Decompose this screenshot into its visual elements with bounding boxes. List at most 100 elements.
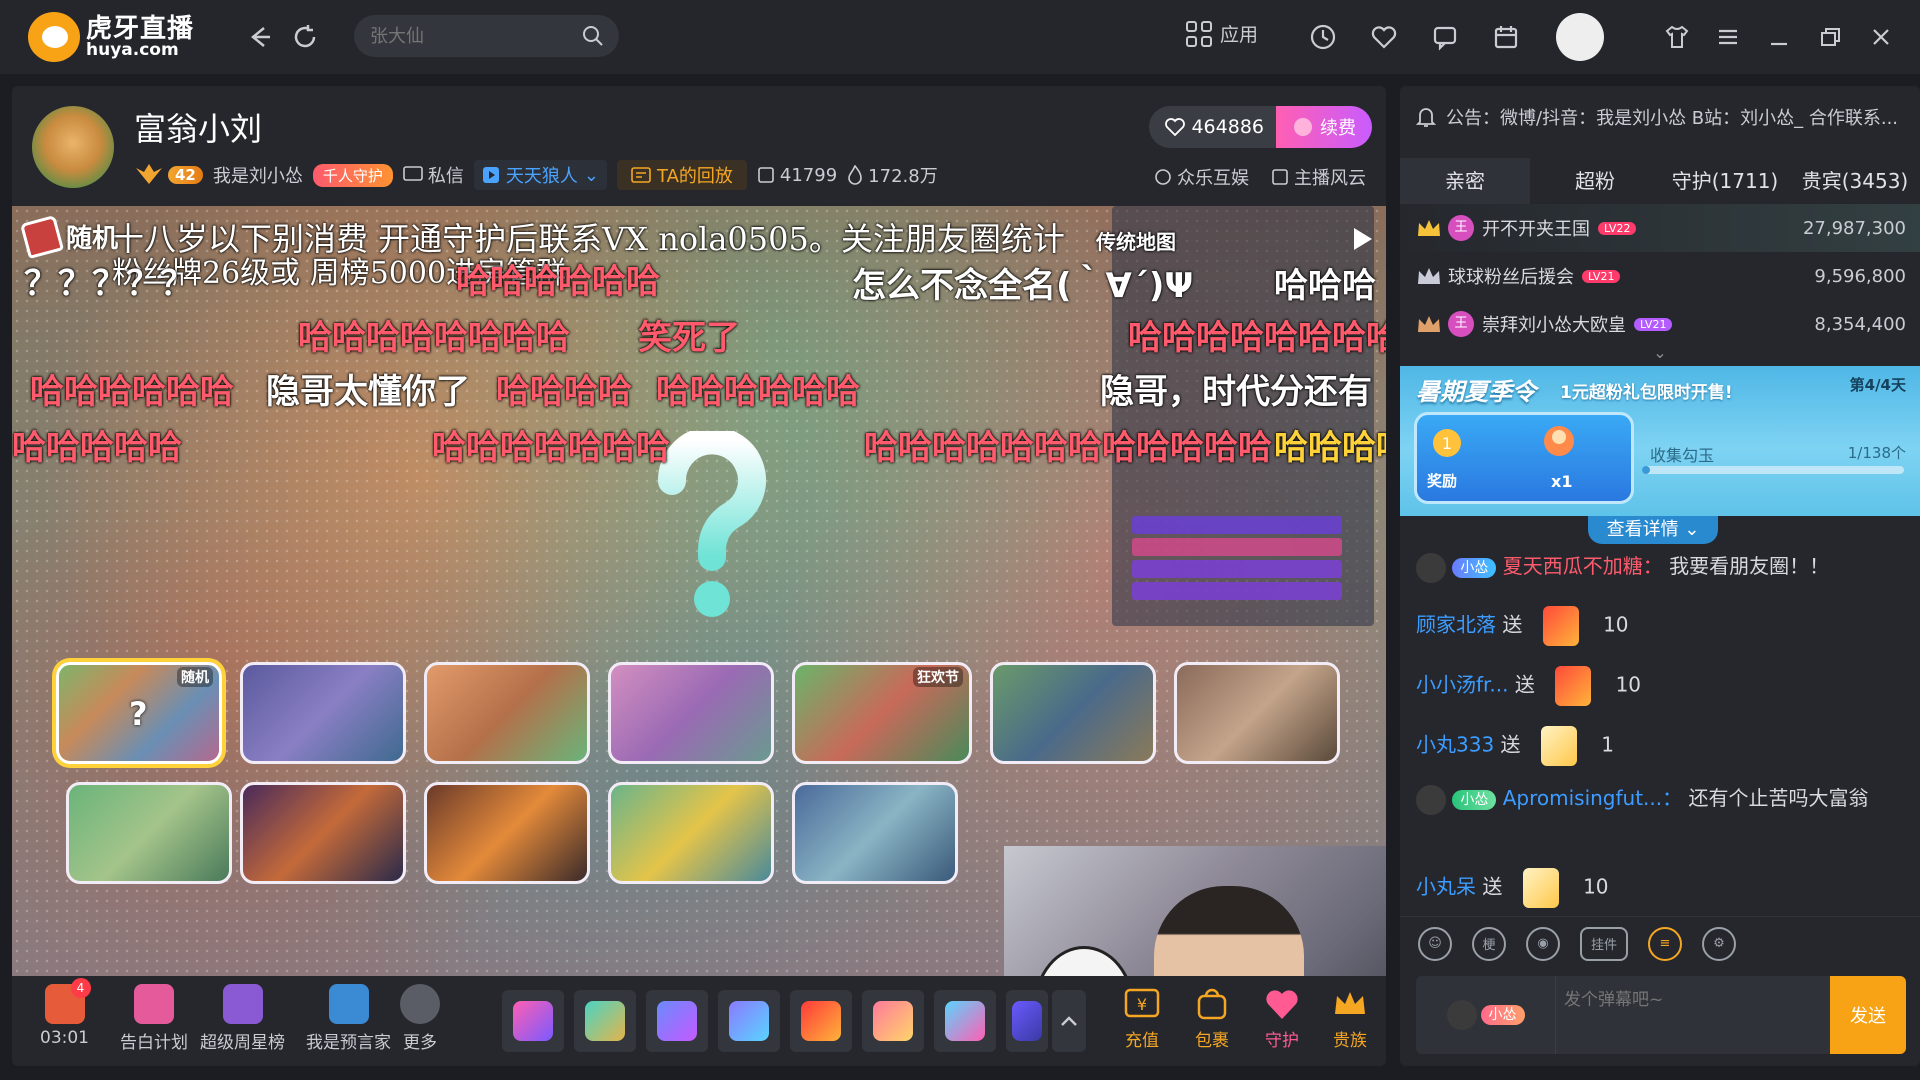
announcement[interactable]: 公告：微博/抖音：我是刘小怂 B站：刘小怂_ 合作联系... <box>1416 104 1904 130</box>
emoji-icon[interactable]: ☺ <box>1418 926 1452 961</box>
streamer-avatar[interactable] <box>32 106 114 188</box>
private-message-label: 私信 <box>427 166 464 187</box>
chat-nickname[interactable]: 小丸333 <box>1416 733 1494 757</box>
huya-logo[interactable]: 虎牙直播 huya.com <box>28 12 194 62</box>
history-clock-icon[interactable] <box>1308 22 1338 52</box>
reward-count: x1 <box>1551 472 1573 491</box>
chat-input[interactable] <box>1556 990 1830 1010</box>
settings-gear-icon[interactable]: ⚙ <box>1702 926 1736 961</box>
nobility-button[interactable]: 贵族 <box>1330 986 1370 1051</box>
collect-progress-text: 1/138个 <box>1847 444 1906 462</box>
tab-intimacy[interactable]: 亲密 <box>1400 158 1530 204</box>
chat-nickname[interactable]: 夏天西瓜不加糖： <box>1503 554 1663 578</box>
confession-plan-button[interactable]: 告白计划 <box>120 984 188 1053</box>
chat-nickname[interactable]: Apromisingfut...： <box>1503 786 1682 810</box>
summer-event-banner[interactable]: 暑期夏季令 1元超粉礼包限时开售! 第4/4天 1 奖励 x1 收集勾玉 1/1… <box>1400 366 1920 516</box>
map-card[interactable] <box>424 662 590 764</box>
barrage-style-icon[interactable]: ≡ <box>1648 926 1682 961</box>
recharge-button[interactable]: ¥ 充值 <box>1122 986 1162 1051</box>
back-arrow-icon[interactable] <box>244 22 274 52</box>
gift-item[interactable] <box>1006 990 1048 1052</box>
map-card[interactable] <box>792 782 958 884</box>
chat-nickname[interactable]: 小小汤fr... <box>1416 673 1509 697</box>
map-card[interactable] <box>608 782 774 884</box>
restore-window-icon[interactable] <box>1815 22 1845 52</box>
expand-gifts-button[interactable] <box>1052 990 1086 1052</box>
reward-box[interactable]: 1 奖励 x1 <box>1414 412 1634 504</box>
banner-title: 暑期夏季令 <box>1416 378 1536 406</box>
tab-guard[interactable]: 守护(1711) <box>1660 158 1790 204</box>
minimize-icon[interactable] <box>1764 22 1794 52</box>
tab-vip[interactable]: 贵宾(3453) <box>1790 158 1920 204</box>
map-card[interactable] <box>240 662 406 764</box>
send-button[interactable]: 发送 <box>1830 976 1906 1054</box>
more-grid-icon <box>400 984 440 1024</box>
backpack-label: 包裹 <box>1195 1031 1229 1051</box>
replay-button[interactable]: TA的回放 <box>616 160 747 190</box>
menu-icon[interactable] <box>1713 22 1743 52</box>
danmaku: 哈哈哈哈 <box>1274 428 1386 468</box>
red-envelope-gift-icon <box>1555 666 1592 706</box>
tab-super-fans[interactable]: 超粉 <box>1530 158 1660 204</box>
gift-item[interactable] <box>574 990 636 1052</box>
gift-item[interactable] <box>646 990 708 1052</box>
gift-item[interactable] <box>502 990 564 1052</box>
super-star-rank-button[interactable]: 超级周星榜 <box>200 984 285 1053</box>
replay-label: TA的回放 <box>656 166 733 187</box>
map-tag: 狂欢节 <box>913 667 963 687</box>
chat-nickname[interactable]: 小丸呆 <box>1416 875 1476 899</box>
rank-level: LV21 <box>1634 317 1673 331</box>
map-card[interactable] <box>66 782 232 884</box>
message-icon[interactable] <box>1430 22 1460 52</box>
user-avatar[interactable] <box>1556 13 1604 61</box>
private-message-button[interactable]: 私信 <box>403 162 464 188</box>
my-fan-badge[interactable]: 小怂 <box>1416 976 1556 1054</box>
random-map-tag: 随机 <box>19 214 118 259</box>
view-details-button[interactable]: 查看详情 ⌄ <box>1588 516 1718 544</box>
rank-row[interactable]: 王 开不开夹王国 LV22 27,987,300 <box>1400 204 1920 252</box>
chat-nickname[interactable]: 顾家北落 <box>1416 613 1496 637</box>
rank-row[interactable]: 球球粉丝后援会 LV21 9,596,800 <box>1400 252 1920 300</box>
pendant-button[interactable]: 挂件 <box>1580 926 1628 961</box>
refresh-icon[interactable] <box>290 22 320 52</box>
map-card[interactable] <box>424 782 590 884</box>
gift-item[interactable] <box>862 990 924 1052</box>
level-badge: 42 <box>168 166 203 184</box>
palette-icon[interactable]: ◉ <box>1526 926 1560 961</box>
guard-button[interactable]: 守护 <box>1262 986 1302 1051</box>
anchor-ranking-link[interactable]: 主播风云 <box>1271 164 1366 190</box>
map-card[interactable] <box>990 662 1156 764</box>
expand-rank-chevron-icon[interactable]: ⌄ <box>1400 345 1920 362</box>
map-card[interactable] <box>608 662 774 764</box>
gift-item[interactable] <box>790 990 852 1052</box>
map-card-random[interactable]: 随机 ? <box>56 662 222 764</box>
map-card-carnival[interactable]: 狂欢节 <box>792 662 972 764</box>
banner-stage: 第4/4天 <box>1849 376 1906 394</box>
gift-count: 10 <box>1603 612 1629 637</box>
search-box[interactable] <box>354 15 619 57</box>
video-player[interactable]: 随机 十八岁以下别消费 开通守护后联系VX nola0505。关注朋友圈统计 粉… <box>12 206 1386 976</box>
close-icon[interactable] <box>1866 22 1896 52</box>
map-card[interactable] <box>240 782 406 884</box>
apps-button[interactable]: 应用 <box>1186 20 1258 47</box>
plush-toy <box>1034 946 1134 976</box>
rank-row[interactable]: 王 崇拜刘小怂大欧皇 LV21 8,354,400 <box>1400 300 1920 348</box>
gift-item[interactable] <box>718 990 780 1052</box>
skin-shirt-icon[interactable] <box>1662 22 1692 52</box>
play-icon[interactable] <box>1354 228 1372 250</box>
meme-button[interactable]: 梗 <box>1472 926 1506 961</box>
backpack-button[interactable]: 包裹 <box>1192 986 1232 1051</box>
prophet-button[interactable]: 我是预言家 <box>306 984 391 1053</box>
favorite-heart-icon[interactable] <box>1369 22 1399 52</box>
map-card[interactable] <box>1174 662 1340 764</box>
search-icon[interactable] <box>581 24 605 48</box>
gift-item[interactable] <box>934 990 996 1052</box>
game-category-dropdown[interactable]: 天天狼人 ⌄ <box>473 160 607 190</box>
search-input[interactable] <box>370 25 570 47</box>
treasure-chest-timer[interactable]: 4 03:01 <box>40 978 91 1048</box>
yellow-gift-icon <box>1540 726 1577 766</box>
calendar-icon[interactable] <box>1491 22 1521 52</box>
renew-subscription-button[interactable]: 续费 <box>1276 106 1372 148</box>
entertain-link[interactable]: 众乐互娱 <box>1154 164 1249 190</box>
more-button[interactable]: 更多 <box>400 984 440 1053</box>
